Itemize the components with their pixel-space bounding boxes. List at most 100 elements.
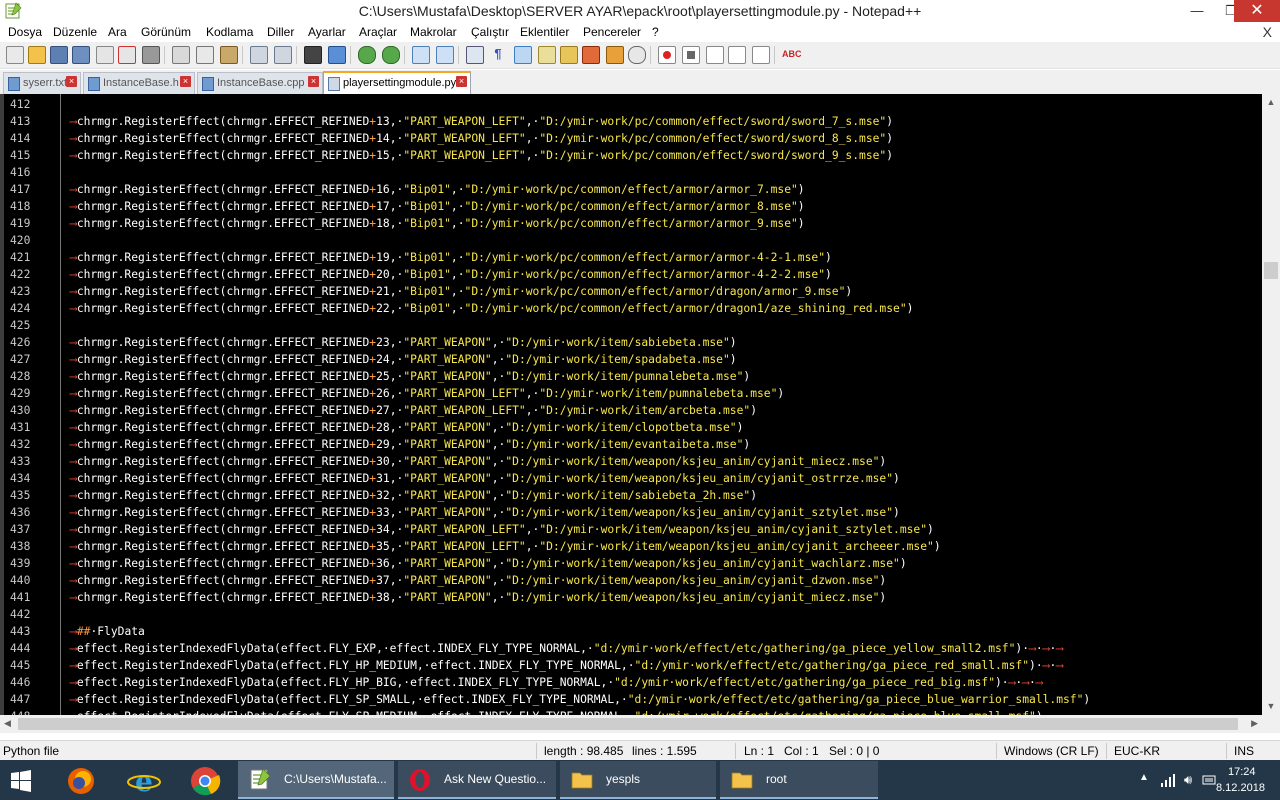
scroll-right-icon[interactable]: ▶ [1251,718,1258,729]
save-macro-icon[interactable] [752,46,770,64]
code-line[interactable]: 420 [0,232,1262,249]
code-line[interactable]: 412 [0,96,1262,113]
code-line[interactable]: 448 ⟶effect.RegisterIndexedFlyData(effect… [0,708,1262,715]
sync-vertical-icon[interactable] [412,46,430,64]
code-line[interactable]: 415 ⟶chrmgr.RegisterEffect(chrmgr.EFFECT_… [0,147,1262,164]
code-line[interactable]: 432 ⟶chrmgr.RegisterEffect(chrmgr.EFFECT_… [0,436,1262,453]
code-text[interactable]: ⟶chrmgr.RegisterEffect(chrmgr.EFFECT_REF… [70,181,805,198]
code-line[interactable]: 424 ⟶chrmgr.RegisterEffect(chrmgr.EFFECT_… [0,300,1262,317]
scroll-left-icon[interactable]: ◀ [4,718,11,729]
code-line[interactable]: 441 ⟶chrmgr.RegisterEffect(chrmgr.EFFECT_… [0,589,1262,606]
volume-icon[interactable]: 🔊︎ [1184,772,1192,788]
code-line[interactable]: 425 [0,317,1262,334]
code-text[interactable]: ⟶##·FlyData [70,623,145,640]
tab-instancebase-cpp[interactable]: InstanceBase.cpp × [197,72,323,94]
code-text[interactable]: ⟶chrmgr.RegisterEffect(chrmgr.EFFECT_REF… [70,283,852,300]
code-text[interactable]: ⟶chrmgr.RegisterEffect(chrmgr.EFFECT_REF… [70,504,900,521]
taskbar-item-notepadpp[interactable]: C:\Users\Mustafa... [238,761,394,799]
taskbar-item-folder-root[interactable]: root [720,761,878,799]
menu-item[interactable]: Diller [267,25,294,39]
scrollbar-thumb[interactable] [1264,262,1278,279]
record-macro-icon[interactable] [658,46,676,64]
code-text[interactable]: ⟶chrmgr.RegisterEffect(chrmgr.EFFECT_REF… [70,130,893,147]
code-line[interactable]: 413 ⟶chrmgr.RegisterEffect(chrmgr.EFFECT_… [0,113,1262,130]
code-line[interactable]: 419 ⟶chrmgr.RegisterEffect(chrmgr.EFFECT_… [0,215,1262,232]
close-all-icon[interactable] [118,46,136,64]
menu-item[interactable]: Kodlama [206,25,253,39]
code-text[interactable]: ⟶effect.RegisterIndexedFlyData(effect.FL… [70,640,1063,657]
replace-icon[interactable] [328,46,346,64]
taskbar-item-opera[interactable]: Ask New Questio... [398,761,556,799]
code-text[interactable]: ⟶chrmgr.RegisterEffect(chrmgr.EFFECT_REF… [70,300,913,317]
code-view[interactable]: 412 413 ⟶chrmgr.RegisterEffect(chrmgr.EFFE… [0,96,1262,715]
zoom-out-icon[interactable] [382,46,400,64]
code-text[interactable]: ⟶effect.RegisterIndexedFlyData(effect.FL… [70,674,1043,691]
code-line[interactable]: 430 ⟶chrmgr.RegisterEffect(chrmgr.EFFECT_… [0,402,1262,419]
code-text[interactable]: ⟶chrmgr.RegisterEffect(chrmgr.EFFECT_REF… [70,351,737,368]
code-line[interactable]: 423 ⟶chrmgr.RegisterEffect(chrmgr.EFFECT_… [0,283,1262,300]
vertical-scrollbar[interactable]: ▲ ▼ [1262,94,1280,715]
editor-area[interactable]: 412 413 ⟶chrmgr.RegisterEffect(chrmgr.EFFE… [0,94,1280,715]
save-all-icon[interactable] [72,46,90,64]
code-text[interactable]: ⟶chrmgr.RegisterEffect(chrmgr.EFFECT_REF… [70,402,757,419]
code-text[interactable]: ⟶chrmgr.RegisterEffect(chrmgr.EFFECT_REF… [70,385,784,402]
scroll-up-icon[interactable]: ▲ [1262,94,1280,111]
function-list-icon[interactable] [582,46,600,64]
tab-instancebase-h[interactable]: InstanceBase.h × [83,72,195,94]
word-wrap-icon[interactable] [466,46,484,64]
new-file-icon[interactable] [6,46,24,64]
code-text[interactable]: ⟶chrmgr.RegisterEffect(chrmgr.EFFECT_REF… [70,334,737,351]
code-text[interactable]: ⟶chrmgr.RegisterEffect(chrmgr.EFFECT_REF… [70,368,750,385]
internet-explorer-icon[interactable]: e [120,765,168,797]
code-line[interactable]: 436 ⟶chrmgr.RegisterEffect(chrmgr.EFFECT_… [0,504,1262,521]
stop-recording-icon[interactable] [682,46,700,64]
tab-close-icon[interactable]: × [456,76,467,87]
clock-date[interactable]: 8.12.2018 [1216,782,1265,794]
code-text[interactable]: ⟶chrmgr.RegisterEffect(chrmgr.EFFECT_REF… [70,487,757,504]
close-document-button[interactable]: X [1263,24,1272,40]
indent-guide-icon[interactable] [514,46,532,64]
code-text[interactable]: ⟶chrmgr.RegisterEffect(chrmgr.EFFECT_REF… [70,538,941,555]
menu-item[interactable]: Dosya [8,25,42,39]
clock-time[interactable]: 17:24 [1228,766,1256,778]
code-line[interactable]: 431 ⟶chrmgr.RegisterEffect(chrmgr.EFFECT_… [0,419,1262,436]
code-line[interactable]: 414 ⟶chrmgr.RegisterEffect(chrmgr.EFFECT_… [0,130,1262,147]
code-text[interactable]: ⟶chrmgr.RegisterEffect(chrmgr.EFFECT_REF… [70,215,805,232]
code-line[interactable]: 444 ⟶effect.RegisterIndexedFlyData(effect… [0,640,1262,657]
code-text[interactable]: ⟶chrmgr.RegisterEffect(chrmgr.EFFECT_REF… [70,589,886,606]
sync-horizontal-icon[interactable] [436,46,454,64]
code-line[interactable]: 437 ⟶chrmgr.RegisterEffect(chrmgr.EFFECT_… [0,521,1262,538]
zoom-in-icon[interactable] [358,46,376,64]
code-line[interactable]: 445 ⟶effect.RegisterIndexedFlyData(effect… [0,657,1262,674]
code-text[interactable]: ⟶chrmgr.RegisterEffect(chrmgr.EFFECT_REF… [70,572,886,589]
tab-close-icon[interactable]: × [66,76,77,87]
code-line[interactable]: 422 ⟶chrmgr.RegisterEffect(chrmgr.EFFECT_… [0,266,1262,283]
print-icon[interactable] [142,46,160,64]
open-file-icon[interactable] [28,46,46,64]
code-text[interactable]: ⟶chrmgr.RegisterEffect(chrmgr.EFFECT_REF… [70,555,907,572]
code-line[interactable]: 443 ⟶##·FlyData [0,623,1262,640]
tab-close-icon[interactable]: × [180,76,191,87]
close-icon[interactable] [96,46,114,64]
find-icon[interactable] [304,46,322,64]
code-text[interactable]: ⟶effect.RegisterIndexedFlyData(effect.FL… [70,691,1090,708]
taskbar-item-folder-yespls[interactable]: yespls [560,761,716,799]
code-text[interactable]: ⟶effect.RegisterIndexedFlyData(effect.FL… [70,708,1043,715]
horizontal-scrollbar[interactable]: ◀ ▶ [0,715,1280,733]
playback-icon[interactable] [706,46,724,64]
code-text[interactable]: ⟶chrmgr.RegisterEffect(chrmgr.EFFECT_REF… [70,419,743,436]
code-text[interactable]: ⟶chrmgr.RegisterEffect(chrmgr.EFFECT_REF… [70,198,805,215]
code-text[interactable]: ⟶chrmgr.RegisterEffect(chrmgr.EFFECT_REF… [70,470,900,487]
windows-start-icon[interactable] [10,770,32,792]
code-line[interactable]: 447 ⟶effect.RegisterIndexedFlyData(effect… [0,691,1262,708]
folder-as-workspace-icon[interactable] [606,46,624,64]
code-text[interactable]: ⟶effect.RegisterIndexedFlyData(effect.FL… [70,657,1063,674]
code-line[interactable]: 428 ⟶chrmgr.RegisterEffect(chrmgr.EFFECT_… [0,368,1262,385]
menu-item[interactable]: Araçlar [359,25,397,39]
keyboard-icon[interactable] [1202,773,1216,787]
menu-item[interactable]: Ara [108,25,127,39]
document-map-icon[interactable] [560,46,578,64]
code-line[interactable]: 421 ⟶chrmgr.RegisterEffect(chrmgr.EFFECT_… [0,249,1262,266]
code-text[interactable]: ⟶chrmgr.RegisterEffect(chrmgr.EFFECT_REF… [70,113,893,130]
run-macro-multiple-icon[interactable] [728,46,746,64]
